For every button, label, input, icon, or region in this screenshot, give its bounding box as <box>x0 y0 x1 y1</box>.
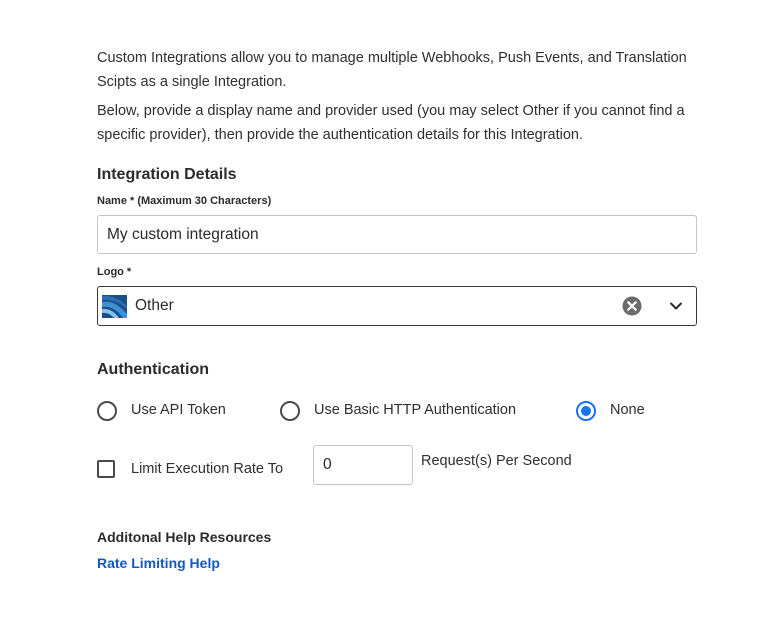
chevron-down-icon[interactable] <box>669 299 683 313</box>
rate-limit-unit: Request(s) Per Second <box>421 453 572 469</box>
clear-icon[interactable] <box>622 296 642 316</box>
logo-selected-value: Other <box>135 297 174 314</box>
radio-circle[interactable] <box>280 401 300 421</box>
radio-label[interactable]: Use API Token <box>131 402 226 418</box>
name-input[interactable] <box>97 215 697 254</box>
radio-label[interactable]: Use Basic HTTP Authentication <box>314 402 516 418</box>
rate-limiting-help-link[interactable]: Rate Limiting Help <box>97 555 220 571</box>
intro-paragraph-1: Custom Integrations allow you to manage … <box>97 50 687 90</box>
checkbox-box[interactable] <box>97 460 115 478</box>
radio-label[interactable]: None <box>610 402 645 418</box>
other-provider-logo-icon <box>102 295 127 318</box>
logo-select[interactable]: Other <box>97 286 697 326</box>
rate-limit-input[interactable] <box>313 445 413 485</box>
logo-label: Logo * <box>97 266 132 278</box>
name-label: Name * (Maximum 30 Characters) <box>97 195 272 207</box>
checkbox-label[interactable]: Limit Execution Rate To <box>131 461 283 477</box>
authentication-heading: Authentication <box>97 361 209 378</box>
help-resources-title: Additonal Help Resources <box>97 529 272 545</box>
integration-details-heading: Integration Details <box>97 166 237 183</box>
radio-circle[interactable] <box>97 401 117 421</box>
intro-paragraph-2: Below, provide a display name and provid… <box>97 103 685 143</box>
radio-circle-selected[interactable] <box>576 401 596 421</box>
